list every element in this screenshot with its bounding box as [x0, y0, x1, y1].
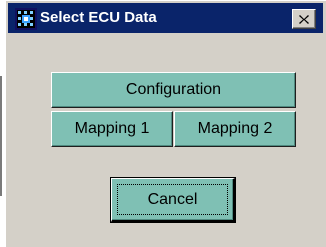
configuration-button[interactable]: Configuration	[51, 72, 296, 108]
select-ecu-data-dialog: Select ECU Data Configuration Mapping 1 …	[5, 0, 326, 247]
ecu-app-icon	[15, 8, 37, 30]
close-x-icon	[299, 14, 309, 24]
close-button[interactable]	[292, 9, 316, 29]
mapping-2-label: Mapping 2	[197, 120, 273, 137]
mapping-1-button[interactable]: Mapping 1	[51, 111, 173, 147]
cancel-button[interactable]: Cancel	[110, 177, 236, 223]
cancel-label: Cancel	[147, 190, 198, 208]
configuration-label: Configuration	[125, 81, 222, 98]
mapping-1-label: Mapping 1	[74, 120, 150, 137]
background-edge	[0, 76, 2, 196]
title-bar[interactable]: Select ECU Data	[8, 3, 323, 33]
window-title: Select ECU Data	[40, 9, 157, 26]
mapping-2-button[interactable]: Mapping 2	[174, 111, 296, 147]
